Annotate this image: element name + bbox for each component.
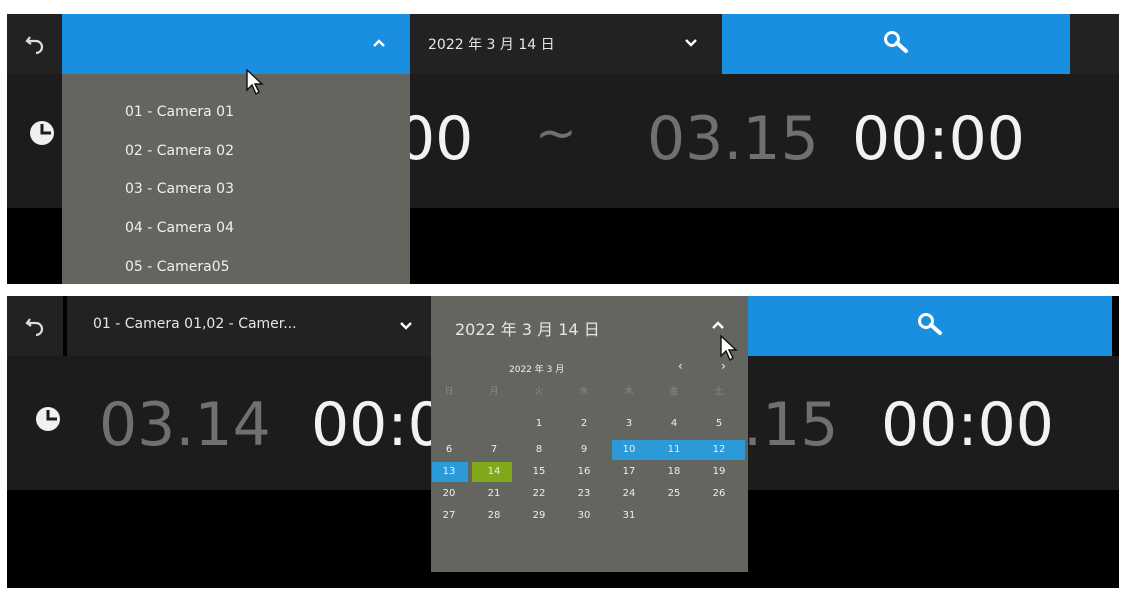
- calendar-day[interactable]: 31: [616, 506, 642, 526]
- calendar-day[interactable]: 13: [436, 462, 462, 482]
- chevron-up-icon: [711, 320, 725, 330]
- calendar-day[interactable]: 30: [571, 506, 597, 526]
- calendar-month-title: 2022 年 3 月: [509, 365, 565, 375]
- calendar-day[interactable]: 2: [571, 414, 597, 434]
- calendar-day[interactable]: 22: [526, 484, 552, 504]
- calendar-weekday: 日: [444, 387, 454, 397]
- calendar-day[interactable]: 14: [481, 462, 507, 482]
- camera-option[interactable]: 02 - Camera 02: [125, 143, 234, 159]
- calendar-weekday: 水: [579, 387, 589, 397]
- camera-dropdown-list: 01 - Camera 01 02 - Camera 02 03 - Camer…: [62, 74, 410, 284]
- calendar-day[interactable]: 27: [436, 506, 462, 526]
- calendar-day[interactable]: 23: [571, 484, 597, 504]
- search-icon: [882, 30, 912, 56]
- calendar-day[interactable]: 18: [661, 462, 687, 482]
- mouse-cursor-icon: [245, 68, 265, 96]
- calendar-weekday: 木: [624, 387, 634, 397]
- clock-icon: [29, 120, 55, 146]
- calendar-day: [481, 414, 507, 434]
- chevron-down-icon: [684, 38, 698, 48]
- calendar-day[interactable]: 3: [616, 414, 642, 434]
- back-arrow-icon: [24, 33, 46, 55]
- chevron-down-icon: [399, 321, 413, 331]
- start-time: 00:0: [311, 390, 446, 460]
- mouse-cursor-icon: [719, 334, 739, 362]
- calendar-day[interactable]: 26: [706, 484, 732, 504]
- start-date: 03.14: [99, 390, 271, 460]
- calendar-day: [436, 414, 462, 434]
- date-select[interactable]: 2022 年 3 月 14 日: [431, 296, 748, 356]
- search-button[interactable]: [722, 14, 1070, 74]
- camera-select[interactable]: 01 - Camera 01,02 - Camer...: [67, 296, 431, 356]
- calendar-day[interactable]: 17: [616, 462, 642, 482]
- calendar-day[interactable]: 7: [481, 440, 507, 460]
- panel-camera-dropdown-open: 2022 年 3 月 14 日 00 ~ 03.15 00:00 01 - Ca…: [7, 14, 1119, 284]
- date-picker-calendar: 2022 年 3 月 ‹ › 日月火水木金土 1 2 3 4 5 6 7 8 9 10 11 12 13…: [431, 356, 748, 572]
- date-select-value: 2022 年 3 月 14 日: [455, 320, 600, 339]
- calendar-day[interactable]: 9: [571, 440, 597, 460]
- calendar-day[interactable]: 16: [571, 462, 597, 482]
- camera-option[interactable]: 03 - Camera 03: [125, 181, 234, 197]
- calendar-day[interactable]: 5: [706, 414, 732, 434]
- search-icon: [916, 312, 946, 338]
- calendar-weekday: 金: [669, 387, 679, 397]
- calendar-day[interactable]: 24: [616, 484, 642, 504]
- calendar-day[interactable]: 11: [661, 440, 687, 460]
- end-time: 00:00: [881, 390, 1054, 460]
- back-button[interactable]: [7, 296, 63, 356]
- calendar-day: [706, 506, 732, 526]
- camera-option[interactable]: 01 - Camera 01: [125, 104, 234, 120]
- back-arrow-icon: [24, 315, 46, 337]
- camera-option[interactable]: 04 - Camera 04: [125, 220, 234, 236]
- search-button[interactable]: [748, 296, 1112, 356]
- calendar-day[interactable]: 25: [661, 484, 687, 504]
- end-date: 03.15: [647, 104, 819, 174]
- calendar-weekday: 火: [534, 387, 544, 397]
- calendar-weekday: 月: [489, 387, 499, 397]
- calendar-day[interactable]: 21: [481, 484, 507, 504]
- toolbar-spacer: [1070, 14, 1119, 74]
- clock-icon: [35, 406, 61, 432]
- end-date: .15: [743, 390, 839, 460]
- date-select[interactable]: 2022 年 3 月 14 日: [410, 14, 722, 74]
- camera-select-value: 01 - Camera 01,02 - Camer...: [93, 316, 297, 332]
- calendar-day[interactable]: 15: [526, 462, 552, 482]
- date-select-value: 2022 年 3 月 14 日: [428, 37, 555, 53]
- calendar-day[interactable]: 4: [661, 414, 687, 434]
- range-separator: ~: [535, 104, 577, 162]
- calendar-day[interactable]: 19: [706, 462, 732, 482]
- calendar-weekday: 土: [714, 387, 724, 397]
- calendar-day[interactable]: 10: [616, 440, 642, 460]
- panel-date-picker-open: 01 - Camera 01,02 - Camer... 2022 年 3 月 …: [7, 296, 1119, 588]
- calendar-day[interactable]: 6: [436, 440, 462, 460]
- camera-option[interactable]: 05 - Camera05: [125, 259, 230, 275]
- calendar-day[interactable]: 29: [526, 506, 552, 526]
- calendar-prev-button[interactable]: ‹: [678, 359, 683, 373]
- end-time: 00:00: [852, 104, 1025, 174]
- calendar-day[interactable]: 28: [481, 506, 507, 526]
- back-button[interactable]: [7, 14, 63, 74]
- calendar-day[interactable]: 8: [526, 440, 552, 460]
- calendar-day[interactable]: 1: [526, 414, 552, 434]
- chevron-up-icon: [372, 38, 386, 48]
- calendar-day: [661, 506, 687, 526]
- calendar-day[interactable]: 12: [706, 440, 732, 460]
- calendar-day[interactable]: 20: [436, 484, 462, 504]
- camera-select[interactable]: [62, 14, 410, 74]
